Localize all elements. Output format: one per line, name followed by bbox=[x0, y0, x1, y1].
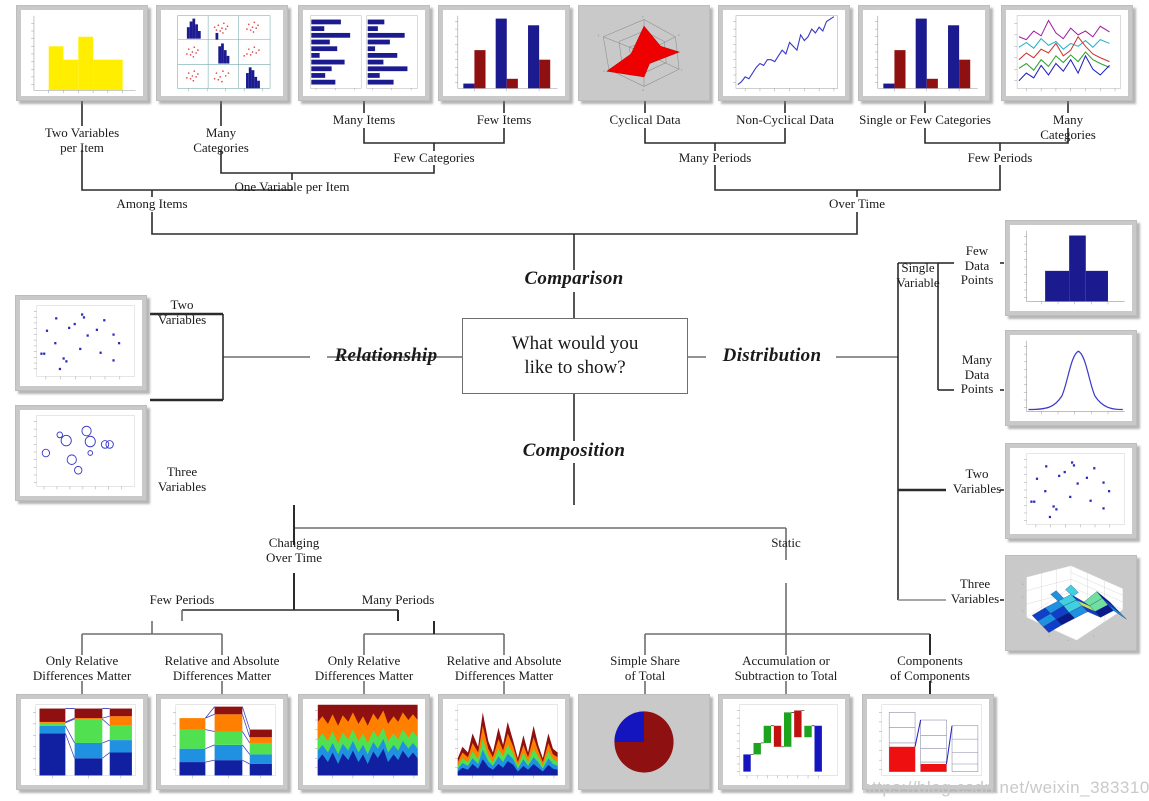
svg-text:c: c bbox=[681, 68, 683, 72]
label-only-relative-few-periods: Only Relative Differences Matter bbox=[32, 653, 132, 683]
thumb-stacked-100-area-few-periods[interactable] bbox=[16, 694, 148, 790]
label-many-categories-time: Many Categories bbox=[1040, 112, 1096, 142]
label-non-cyclical-data: Non-Cyclical Data bbox=[736, 112, 834, 127]
label-one-variable-per-item: One Variable per Item bbox=[234, 179, 350, 194]
svg-text:8: 8 bbox=[1022, 583, 1024, 586]
svg-text:d: d bbox=[642, 88, 644, 92]
thumb-radar-cyclical[interactable]: a b c d e f bbox=[578, 5, 710, 101]
label-components-of-components: Components of Components bbox=[890, 653, 970, 683]
label-two-variables-per-item: Two Variables per Item bbox=[44, 125, 120, 155]
thumb-two-variables-per-item[interactable] bbox=[16, 5, 148, 101]
label-two-variables-distribution: Two Variables bbox=[952, 466, 1002, 496]
watermark: https://blog.csdn.net/weixin_38331049 bbox=[862, 778, 1149, 797]
svg-text:b: b bbox=[678, 33, 680, 37]
center-question-line1: What would you bbox=[511, 333, 639, 355]
label-few-categories: Few Categories bbox=[393, 150, 475, 165]
thumb-pie-simple-share[interactable] bbox=[578, 694, 710, 790]
label-three-variables-relationship: Three Variables bbox=[157, 464, 207, 494]
label-among-items: Among Items bbox=[116, 196, 188, 211]
label-few-items: Few Items bbox=[476, 112, 532, 127]
svg-text:6: 6 bbox=[1093, 634, 1095, 637]
branch-label-comparison[interactable]: Comparison bbox=[524, 268, 623, 289]
label-few-periods-composition: Few Periods bbox=[149, 592, 215, 607]
svg-text:f: f bbox=[598, 34, 599, 38]
branch-label-composition[interactable]: Composition bbox=[523, 440, 626, 461]
svg-text:4: 4 bbox=[1022, 610, 1024, 613]
label-over-time: Over Time bbox=[829, 196, 885, 211]
thumb-multi-line-many-categories[interactable] bbox=[1001, 5, 1133, 101]
svg-text:e: e bbox=[603, 69, 605, 73]
center-question-line2: like to show? bbox=[524, 357, 626, 378]
label-accumulation-subtraction: Accumulation or Subtraction to Total bbox=[734, 653, 838, 683]
thumb-stacked-area-few-periods[interactable] bbox=[156, 694, 288, 790]
label-relative-absolute-few-periods: Relative and Absolute Differences Matter bbox=[164, 653, 280, 683]
label-simple-share-of-total: Simple Share of Total bbox=[610, 653, 680, 683]
svg-text:a: a bbox=[642, 15, 644, 19]
thumb-column-chart-few-items[interactable] bbox=[438, 5, 570, 101]
thumb-density-many-data-points[interactable] bbox=[1005, 330, 1137, 426]
thumb-stacked-100-area-many-periods[interactable] bbox=[298, 694, 430, 790]
thumb-line-noncyclical[interactable] bbox=[718, 5, 850, 101]
label-single-or-few-categories: Single or Few Categories bbox=[859, 112, 991, 127]
label-many-periods-composition: Many Periods bbox=[361, 592, 435, 607]
label-three-variables-distribution: Three Variables bbox=[950, 576, 1000, 606]
chart-suggestions-diagram: a b c d e f 8 6 4 2 4 6 What would you like … bbox=[0, 0, 1149, 801]
label-two-variables-relationship: Two Variables bbox=[157, 297, 207, 327]
svg-text:2: 2 bbox=[1049, 634, 1051, 637]
label-static: Static bbox=[771, 535, 801, 550]
label-only-relative-many-periods: Only Relative Differences Matter bbox=[314, 653, 414, 683]
thumb-scatter-matrix[interactable] bbox=[156, 5, 288, 101]
svg-text:4: 4 bbox=[1067, 639, 1069, 642]
label-many-data-points: Many Data Points bbox=[960, 352, 994, 397]
thumb-histogram-few-data-points[interactable] bbox=[1005, 220, 1137, 316]
label-single-variable: Single Variable bbox=[896, 260, 940, 290]
thumb-column-chart-single-few-categories[interactable] bbox=[858, 5, 990, 101]
branch-label-relationship[interactable]: Relationship bbox=[335, 345, 438, 366]
label-relative-absolute-many-periods: Relative and Absolute Differences Matter bbox=[446, 653, 562, 683]
thumb-stacked-waterfall-components[interactable] bbox=[862, 694, 994, 790]
label-many-periods-top: Many Periods bbox=[678, 150, 752, 165]
center-question-box: What would you like to show? bbox=[462, 318, 688, 394]
label-many-categories-top: Many Categories bbox=[193, 125, 249, 155]
label-few-data-points: Few Data Points bbox=[960, 243, 994, 288]
thumb-bar-chart-many-items[interactable] bbox=[298, 5, 430, 101]
thumb-scatter-two-variables[interactable] bbox=[15, 295, 147, 391]
svg-text:6: 6 bbox=[1022, 596, 1024, 599]
thumb-bubble-three-variables[interactable] bbox=[15, 405, 147, 501]
thumb-scatter-two-variables-distribution[interactable] bbox=[1005, 443, 1137, 539]
label-changing-over-time: Changing Over Time bbox=[266, 535, 322, 565]
label-cyclical-data: Cyclical Data bbox=[609, 112, 681, 127]
label-many-items: Many Items bbox=[332, 112, 396, 127]
thumb-waterfall-accumulation[interactable] bbox=[718, 694, 850, 790]
thumb-stacked-area-many-periods[interactable] bbox=[438, 694, 570, 790]
thumb-surface-three-variables[interactable]: 8 6 4 2 4 6 bbox=[1005, 555, 1137, 651]
branch-label-distribution[interactable]: Distribution bbox=[723, 345, 822, 366]
label-few-periods-top: Few Periods bbox=[967, 150, 1033, 165]
